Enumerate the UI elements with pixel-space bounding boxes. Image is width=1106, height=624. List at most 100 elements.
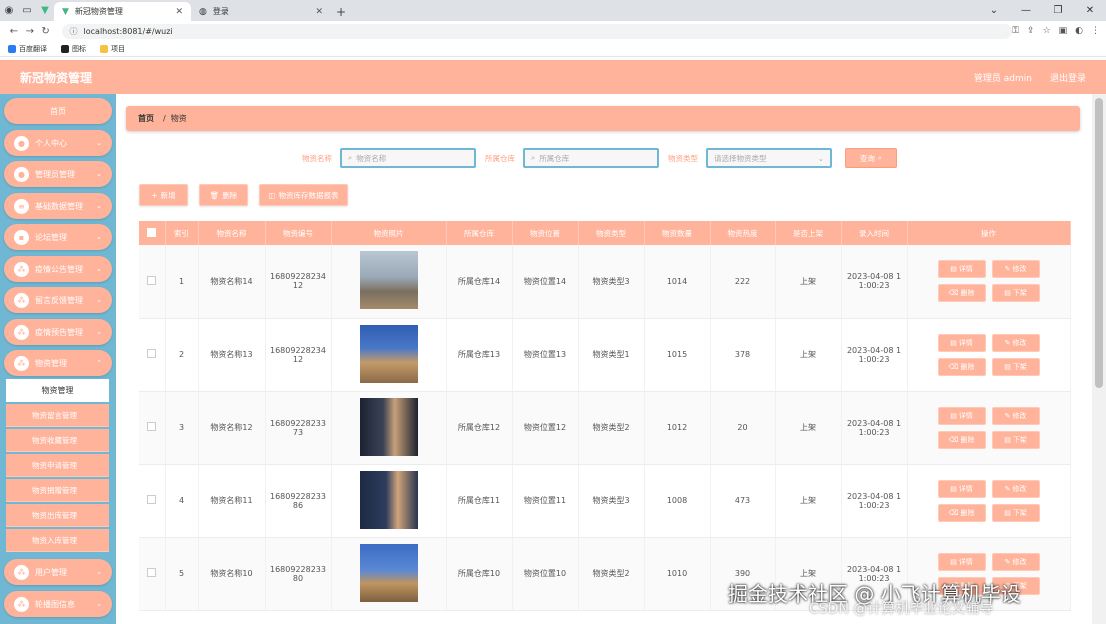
close-window-icon[interactable]: ✕ bbox=[1074, 5, 1106, 16]
column-header[interactable]: 物资照片 bbox=[331, 221, 447, 245]
sidebar-item-profile[interactable]: ● 个人中心 ⌄ bbox=[4, 130, 112, 156]
sidebar-item-carousel[interactable]: ⁂ 轮播图信息 ⌄ bbox=[4, 591, 112, 617]
sidebar-item-supplies[interactable]: ⁂ 物资管理 ⌃ bbox=[4, 350, 112, 376]
sidebar-item-forum[interactable]: ▪ 论坛管理 ⌄ bbox=[4, 224, 112, 250]
reload-icon[interactable]: ↻ bbox=[38, 26, 54, 37]
row-checkbox[interactable] bbox=[147, 568, 157, 577]
column-header[interactable]: 索引 bbox=[165, 221, 199, 245]
vue-favicon-icon[interactable]: ▼ bbox=[36, 0, 54, 21]
row-checkbox[interactable] bbox=[147, 495, 157, 504]
detail-button[interactable]: ▤ 详情 bbox=[937, 479, 986, 498]
sidepanel-icon[interactable]: ▣ bbox=[1059, 26, 1068, 36]
tab-login[interactable]: ◍ 登录 ✕ bbox=[191, 2, 331, 21]
row-checkbox[interactable] bbox=[147, 422, 157, 431]
supply-photo[interactable] bbox=[359, 470, 418, 529]
supply-photo[interactable] bbox=[359, 397, 418, 456]
row-checkbox[interactable] bbox=[147, 349, 157, 358]
share-icon[interactable]: ⇪ bbox=[1027, 26, 1035, 36]
warehouse-search-input[interactable]: ⌕ 所属仓库 bbox=[523, 148, 659, 168]
sidebar-item-home[interactable]: 首页 bbox=[4, 98, 112, 124]
supply-photo[interactable] bbox=[359, 324, 418, 383]
detail-button[interactable]: ▤ 详情 bbox=[937, 260, 986, 279]
delete-button[interactable]: ⌫ 删除 bbox=[937, 357, 986, 376]
sidebar-subitem[interactable]: 物资留言管理 bbox=[6, 404, 109, 427]
column-header[interactable]: 物资名称 bbox=[198, 221, 266, 245]
profile-icon[interactable]: ◐ bbox=[1075, 26, 1083, 36]
select-all-checkbox[interactable] bbox=[147, 227, 157, 237]
bookmark-item[interactable]: 图标 bbox=[61, 44, 86, 54]
star-icon[interactable]: ☆ bbox=[1043, 26, 1051, 36]
name-search-input[interactable]: ⌕ 物资名称 bbox=[340, 148, 476, 168]
row-select-cell bbox=[139, 245, 166, 319]
forward-icon[interactable]: → bbox=[22, 26, 38, 37]
sidebar-item-basedata[interactable]: ≡ 基础数据管理 ⌄ bbox=[4, 193, 112, 219]
restore-icon[interactable]: ❐ bbox=[1042, 5, 1074, 16]
delete-button[interactable]: ⌫ 删除 bbox=[937, 503, 986, 522]
column-header[interactable]: 是否上架 bbox=[775, 221, 842, 245]
delete-button[interactable]: ⌫ 删除 bbox=[937, 284, 986, 303]
sidebar-subitem-supplies[interactable]: 物资管理 bbox=[6, 379, 109, 402]
logout-link[interactable]: 退出登录 bbox=[1050, 71, 1086, 84]
offshelf-button[interactable]: ▤ 下架 bbox=[991, 430, 1040, 449]
delete-button[interactable]: ⌫ 删除 bbox=[937, 430, 986, 449]
sidebar-item-forecast[interactable]: ⁂ 疫情预告管理 ⌄ bbox=[4, 319, 112, 345]
sidebar-subitem[interactable]: 物资捐赠管理 bbox=[6, 479, 109, 502]
offshelf-button[interactable]: ▤ 下架 bbox=[991, 503, 1040, 522]
column-header[interactable]: 物资数量 bbox=[644, 221, 711, 245]
add-button[interactable]: + 新增 bbox=[139, 184, 188, 206]
edit-button[interactable]: ✎ 修改 bbox=[991, 406, 1040, 425]
pinned-tab-icon[interactable]: ▭ bbox=[18, 0, 36, 21]
bookmark-item[interactable]: 百度翻译 bbox=[8, 44, 47, 54]
sidebar-subitem[interactable]: 物资入库管理 bbox=[6, 529, 109, 552]
column-header[interactable]: 录入时间 bbox=[841, 221, 908, 245]
cell-time: 2023-04-08 1 1:00:23 bbox=[841, 318, 908, 392]
supply-photo[interactable] bbox=[359, 543, 418, 602]
chrome-menu-icon[interactable]: ◉ bbox=[0, 0, 18, 21]
edit-button[interactable]: ✎ 修改 bbox=[991, 552, 1040, 571]
back-icon[interactable]: ← bbox=[6, 26, 22, 37]
column-header[interactable]: 物资编号 bbox=[265, 221, 332, 245]
breadcrumb-home[interactable]: 首页 bbox=[138, 113, 154, 124]
edit-button[interactable]: ✎ 修改 bbox=[991, 333, 1040, 352]
bookmark-item[interactable]: 项目 bbox=[100, 44, 125, 54]
detail-button[interactable]: ▤ 详情 bbox=[937, 406, 986, 425]
minimize-icon[interactable]: — bbox=[1010, 5, 1042, 16]
offshelf-button[interactable]: ▤ 下架 bbox=[991, 357, 1040, 376]
sidebar-subitem[interactable]: 物资出库管理 bbox=[6, 504, 109, 527]
trash-icon: 🗑 bbox=[209, 190, 220, 200]
sidebar-item-notice[interactable]: ⁂ 疫情公告管理 ⌄ bbox=[4, 256, 112, 282]
scrollbar-thumb[interactable] bbox=[1095, 98, 1103, 388]
detail-button[interactable]: ▤ 详情 bbox=[937, 552, 986, 571]
type-select[interactable]: 请选择物资类型 ⌄ bbox=[706, 148, 832, 168]
close-tab-icon[interactable]: ✕ bbox=[175, 7, 183, 17]
sidebar-subitem[interactable]: 物资收藏管理 bbox=[6, 429, 109, 452]
supply-photo[interactable] bbox=[359, 251, 418, 310]
page-scrollbar[interactable] bbox=[1092, 94, 1106, 624]
detail-button[interactable]: ▤ 详情 bbox=[937, 333, 986, 352]
row-select-cell bbox=[139, 537, 166, 611]
tab-app[interactable]: ▼ 新冠物资管理 ✕ bbox=[54, 2, 191, 21]
edit-button[interactable]: ✎ 修改 bbox=[991, 479, 1040, 498]
sidebar-subitem[interactable]: 物资申请管理 bbox=[6, 454, 109, 477]
key-icon[interactable]: ⚿ bbox=[1012, 26, 1019, 36]
column-header[interactable]: 物资位置 bbox=[512, 221, 579, 245]
column-header[interactable]: 所属仓库 bbox=[446, 221, 513, 245]
url-input[interactable]: ⓘ localhost:8081/#/wuzi bbox=[61, 23, 1013, 39]
sidebar-item-feedback[interactable]: ⁂ 留言反馈管理 ⌄ bbox=[4, 287, 112, 313]
column-header[interactable]: 物资热度 bbox=[710, 221, 776, 245]
edit-button[interactable]: ✎ 修改 bbox=[991, 260, 1040, 279]
bulk-delete-button[interactable]: 🗑 删除 bbox=[199, 184, 248, 206]
search-button[interactable]: 查询 ⌕ bbox=[845, 148, 897, 168]
tab-search-icon[interactable]: ⌄ bbox=[978, 5, 1010, 16]
new-tab-button[interactable]: + bbox=[331, 2, 351, 21]
sidebar-item-users[interactable]: ⁂ 用户管理 ⌄ bbox=[4, 559, 112, 585]
kebab-menu-icon[interactable]: ⋮ bbox=[1091, 26, 1100, 36]
report-button[interactable]: ◫ 物资库存数据报表 bbox=[259, 184, 348, 206]
column-header[interactable]: 物资类型 bbox=[578, 221, 645, 245]
offshelf-button[interactable]: ▤ 下架 bbox=[991, 284, 1040, 303]
info-icon[interactable]: ⓘ bbox=[70, 26, 78, 37]
sidebar-item-admins[interactable]: ● 管理员管理 ⌄ bbox=[4, 161, 112, 187]
close-tab-icon[interactable]: ✕ bbox=[315, 7, 323, 17]
supplies-table: 索引 物资名称 物资编号 物资照片 所属仓库 物资位置 物资类型 物资数量 物资… bbox=[139, 221, 1071, 611]
row-checkbox[interactable] bbox=[147, 275, 157, 285]
